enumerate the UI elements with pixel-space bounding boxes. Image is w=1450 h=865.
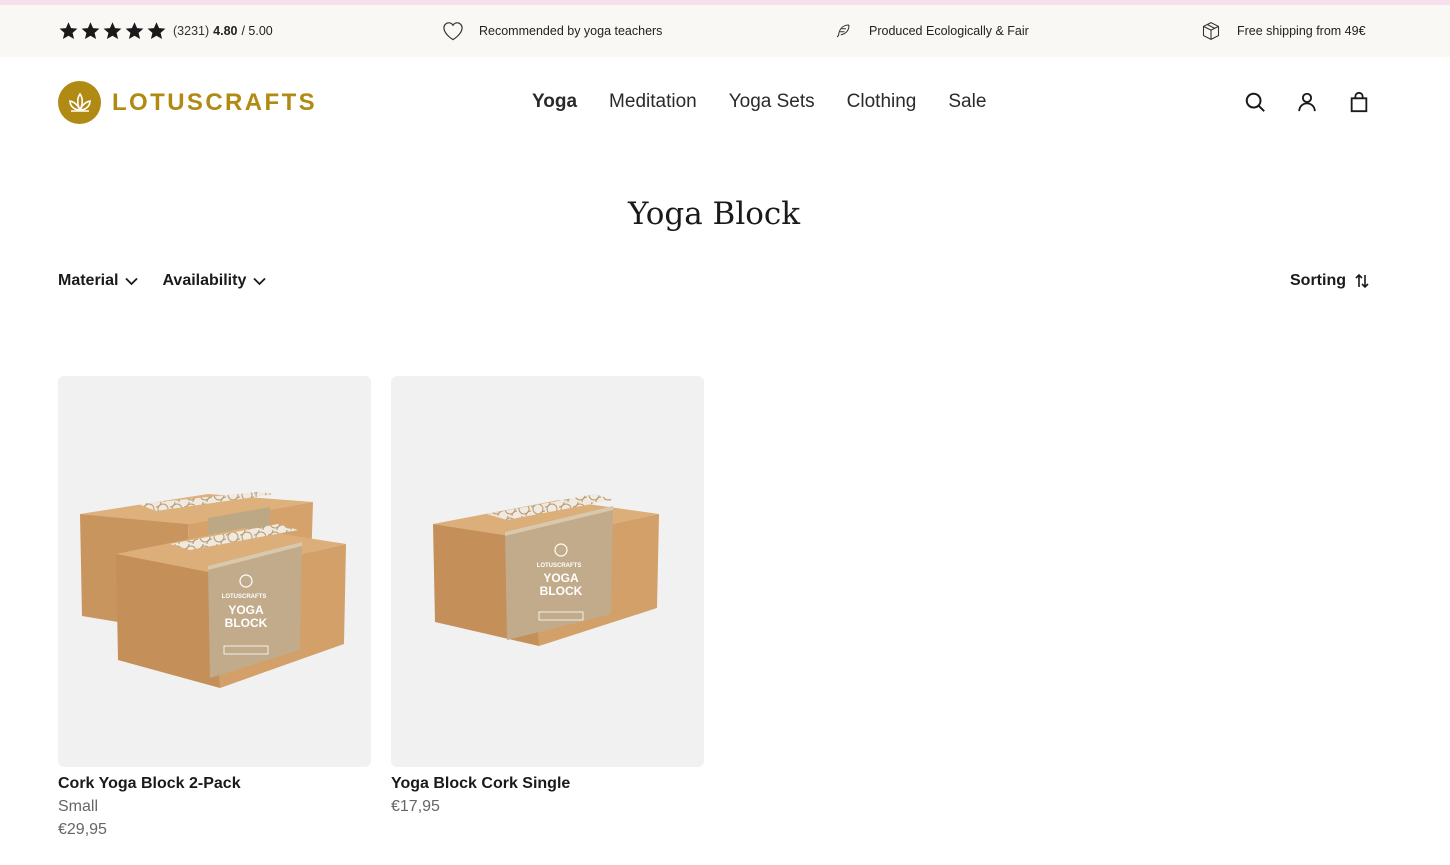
logo[interactable]: LOTUSCRAFTS: [58, 81, 317, 124]
filter-material[interactable]: Material: [58, 272, 139, 290]
rating-score: 4.80: [213, 24, 238, 38]
usp-item-ecological: Produced Ecologically & Fair: [834, 5, 1029, 57]
package-icon: [1202, 22, 1220, 40]
main-nav: Yoga Meditation Yoga Sets Clothing Sale: [532, 91, 986, 113]
product-name[interactable]: Yoga Block Cork Single: [391, 775, 704, 793]
product-brand-label: LOTUSCRAFTS: [222, 594, 267, 600]
lotus-logo-icon: [58, 81, 101, 124]
star-icon: [59, 22, 78, 39]
header-actions: [1244, 91, 1370, 113]
sorting-button[interactable]: Sorting: [1290, 272, 1370, 290]
rating-count: (3231): [173, 24, 210, 38]
nav-item-sale[interactable]: Sale: [948, 91, 986, 113]
product-brand-label: LOTUSCRAFTS: [537, 563, 582, 569]
rating-summary[interactable]: (3231) 4.80 / 5.00: [58, 5, 273, 57]
nav-item-yoga-sets[interactable]: Yoga Sets: [729, 91, 815, 113]
star-icon: [125, 22, 144, 39]
usp-bar: (3231) 4.80 / 5.00 Recommended by yoga t…: [0, 5, 1450, 57]
search-icon[interactable]: [1244, 91, 1266, 113]
star-rating: [58, 21, 167, 41]
product-card[interactable]: LOTUSCRAFTS YOGA BLOCK Cork Yoga Block 2…: [58, 376, 371, 839]
product-card[interactable]: LOTUSCRAFTS YOGA BLOCK Yoga Block Cork S…: [391, 376, 704, 816]
site-header: LOTUSCRAFTS Yoga Meditation Yoga Sets Cl…: [0, 57, 1450, 149]
product-name[interactable]: Cork Yoga Block 2-Pack: [58, 775, 371, 793]
nav-item-meditation[interactable]: Meditation: [609, 91, 697, 113]
star-icon: [103, 22, 122, 39]
account-icon[interactable]: [1296, 91, 1318, 113]
cart-icon[interactable]: [1348, 91, 1370, 113]
feather-icon: [836, 24, 850, 38]
product-variant: Small: [58, 798, 99, 815]
logo-text: LOTUSCRAFTS: [112, 88, 318, 116]
sorting-label: Sorting: [1290, 272, 1346, 289]
sort-arrows-icon: [1355, 273, 1369, 289]
usp-item-teachers: Recommended by yoga teachers: [442, 5, 662, 57]
filter-label: Material: [58, 272, 119, 289]
heart-icon: [443, 22, 463, 41]
chevron-down-icon: [125, 277, 139, 285]
chevron-down-icon: [253, 277, 266, 285]
star-icon: [147, 22, 166, 39]
product-label-line2: BLOCK: [225, 616, 268, 630]
star-icon: [81, 22, 100, 39]
nav-item-clothing[interactable]: Clothing: [847, 91, 917, 113]
usp-text: Recommended by yoga teachers: [479, 24, 663, 38]
filter-availability[interactable]: Availability: [162, 272, 266, 290]
usp-item-shipping: Free shipping from 49€: [1201, 5, 1366, 57]
filter-label: Availability: [162, 272, 247, 289]
rating-max: / 5.00: [241, 24, 273, 38]
usp-text: Produced Ecologically & Fair: [869, 24, 1029, 38]
product-label-line1: YOGA: [228, 603, 264, 617]
product-label-line1: YOGA: [543, 571, 579, 585]
product-price: €17,95: [391, 798, 440, 815]
product-image[interactable]: LOTUSCRAFTS YOGA BLOCK: [58, 376, 371, 767]
nav-item-yoga[interactable]: Yoga: [532, 91, 577, 113]
page-title: Yoga Block: [627, 196, 801, 232]
product-price: €29,95: [58, 821, 107, 838]
product-image[interactable]: LOTUSCRAFTS YOGA BLOCK: [391, 376, 704, 767]
filter-bar: Material Availability: [58, 272, 266, 290]
product-label-line2: BLOCK: [540, 584, 583, 598]
usp-text: Free shipping from 49€: [1237, 24, 1366, 38]
